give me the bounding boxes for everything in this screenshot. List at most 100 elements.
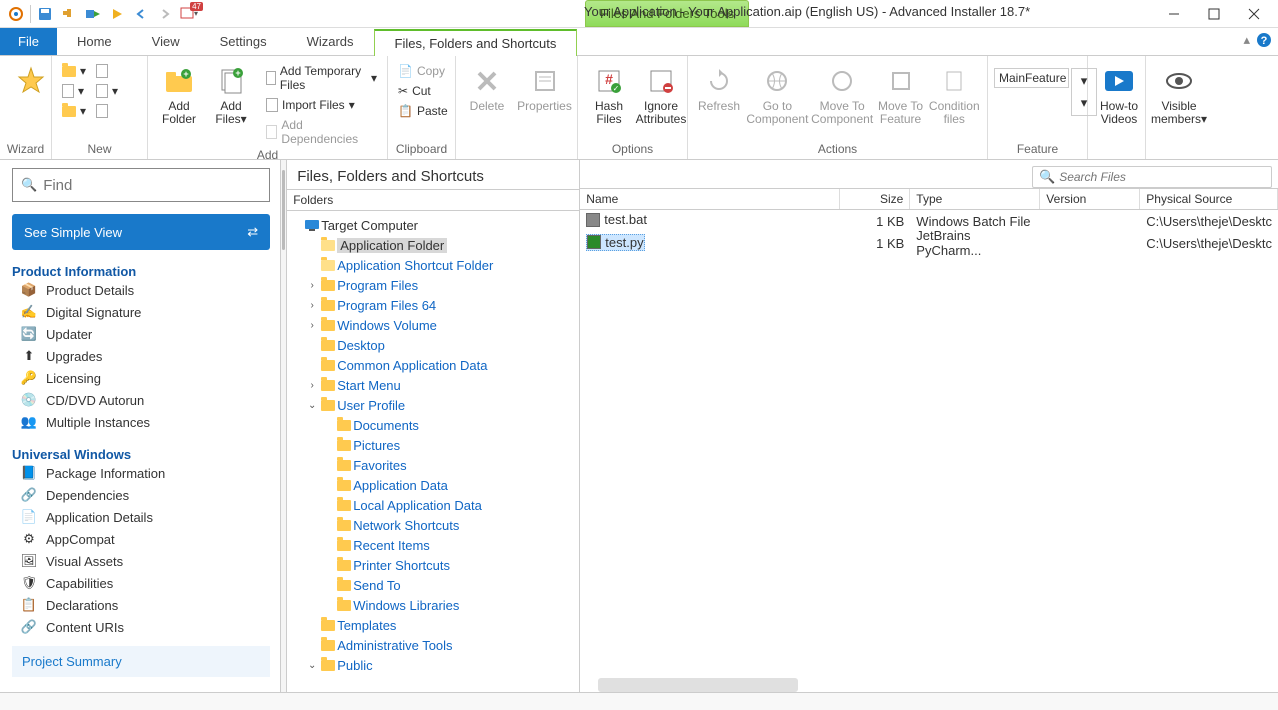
search-icon: 🔍 [1039,169,1055,185]
file-row[interactable]: test.py1 KBJetBrains PyCharm...C:\Users\… [580,232,1278,254]
tree-row[interactable]: Recent Items [287,535,579,555]
nav-item[interactable]: 📦Product Details [12,279,270,301]
menu-file[interactable]: File [0,28,57,55]
tree-row[interactable]: Network Shortcuts [287,515,579,535]
notify-icon[interactable]: 47▾ [179,4,199,24]
col-type[interactable]: Type [910,189,1040,209]
collapse-ribbon-icon[interactable]: ▴ [1243,32,1250,48]
project-summary-link[interactable]: Project Summary [12,646,270,677]
tree-row[interactable]: Target Computer [287,215,579,235]
howto-videos-button[interactable]: How-to Videos [1094,62,1144,128]
col-name[interactable]: Name [580,189,840,209]
nav-item[interactable]: 🛡Capabilities [12,572,270,594]
add-temp-files[interactable]: Add Temporary Files ▾ [262,62,381,94]
menu-settings[interactable]: Settings [200,28,287,55]
nav-item[interactable]: 💿CD/DVD Autorun [12,389,270,411]
ignore-attributes-button[interactable]: Ignore Attributes [636,62,686,128]
nav-item[interactable]: 🔄Updater [12,323,270,345]
tree-row[interactable]: Local Application Data [287,495,579,515]
tree-twisty[interactable]: › [305,380,319,391]
nav-item[interactable]: 🔑Licensing [12,367,270,389]
visible-members-button[interactable]: Visible members▾ [1152,62,1206,128]
nav-item[interactable]: 👥Multiple Instances [12,411,270,433]
tree-twisty[interactable]: › [305,320,319,331]
paste-button[interactable]: 📋 Paste [394,102,452,120]
help-icon[interactable]: ? [1256,32,1272,48]
tree-row[interactable]: ⌄User Profile [287,395,579,415]
back-icon[interactable] [131,4,151,24]
new-misc1[interactable] [92,62,122,80]
cut-button[interactable]: ✂ Cut [394,82,452,100]
nav-item[interactable]: 📘Package Information [12,462,270,484]
col-source[interactable]: Physical Source [1140,189,1278,209]
tree-row[interactable]: Application Shortcut Folder [287,255,579,275]
tree-row[interactable]: Send To [287,575,579,595]
add-folder-button[interactable]: +Add Folder [154,62,204,128]
tree-row[interactable]: Desktop [287,335,579,355]
new-shortcut-small[interactable]: ▾ [58,102,90,120]
menu-files-folders-shortcuts[interactable]: Files, Folders and Shortcuts [374,29,578,56]
new-misc3[interactable] [92,102,122,120]
run-build-icon[interactable] [83,4,103,24]
tree-row[interactable]: Application Data [287,475,579,495]
new-item-small[interactable]: ▾ [58,82,90,100]
nav-item[interactable]: 🖼Visual Assets [12,550,270,572]
tree-row[interactable]: ›Program Files [287,275,579,295]
tree-row[interactable]: Common Application Data [287,355,579,375]
build-icon[interactable] [59,4,79,24]
tree-row[interactable]: Templates [287,615,579,635]
find-input[interactable] [43,177,261,194]
tree-row[interactable]: ›Start Menu [287,375,579,395]
nav-item[interactable]: 📄Application Details [12,506,270,528]
new-misc2[interactable]: ▾ [92,82,122,100]
col-size[interactable]: Size [840,189,910,209]
menu-wizards[interactable]: Wizards [287,28,374,55]
nav-item[interactable]: ✍Digital Signature [12,301,270,323]
import-files[interactable]: Import Files ▾ [262,96,381,114]
save-icon[interactable] [35,4,55,24]
nav-item[interactable]: ⬆Upgrades [12,345,270,367]
navigation-pane: 🔍 See Simple View ⇄ Product Information … [0,160,281,692]
app-icon[interactable] [6,4,26,24]
tree-row[interactable]: Printer Shortcuts [287,555,579,575]
tree-row[interactable]: Pictures [287,435,579,455]
run-icon[interactable] [107,4,127,24]
tree-row[interactable]: ›Program Files 64 [287,295,579,315]
hash-files-button[interactable]: #✓Hash Files [584,62,634,128]
nav-item[interactable]: 🔗Dependencies [12,484,270,506]
new-folder-small[interactable]: ▾ [58,62,90,80]
feature-select[interactable]: MainFeature [994,68,1069,88]
see-simple-view-button[interactable]: See Simple View ⇄ [12,214,270,250]
search-files-input[interactable] [1059,170,1265,184]
tree-row[interactable]: ›Windows Volume [287,315,579,335]
tree-row[interactable]: Documents [287,415,579,435]
tree-row[interactable]: Application Folder [287,235,579,255]
close-button[interactable] [1234,0,1274,28]
folder-tree[interactable]: Target ComputerApplication FolderApplica… [287,211,579,692]
menu-home[interactable]: Home [57,28,132,55]
minimize-button[interactable] [1154,0,1194,28]
tree-twisty[interactable]: ⌄ [305,660,319,671]
tree-row[interactable]: ⌄Public [287,655,579,675]
horizontal-scrollbar[interactable] [598,678,798,692]
wizard-button[interactable] [6,62,56,100]
tree-row[interactable]: Administrative Tools [287,635,579,655]
nav-item[interactable]: 📋Declarations [12,594,270,616]
tree-twisty[interactable]: ⌄ [305,400,319,411]
nav-item[interactable]: 🔗Content URIs [12,616,270,638]
tree-row[interactable]: Windows Libraries [287,595,579,615]
nav-item[interactable]: ⚙AppCompat [12,528,270,550]
file-size: 1 KB [840,214,910,229]
add-files-button[interactable]: +Add Files▾ [206,62,256,128]
splitter[interactable] [281,160,287,692]
menu-view[interactable]: View [132,28,200,55]
tree-row[interactable]: Favorites [287,455,579,475]
tree-twisty[interactable]: › [305,300,319,311]
file-list[interactable]: test.bat1 KBWindows Batch FileC:\Users\t… [580,210,1278,254]
search-files-wrap[interactable]: 🔍 [1032,166,1272,188]
forward-icon[interactable] [155,4,175,24]
find-input-wrap[interactable]: 🔍 [12,168,270,202]
col-version[interactable]: Version [1040,189,1140,209]
tree-twisty[interactable]: › [305,280,319,291]
maximize-button[interactable] [1194,0,1234,28]
